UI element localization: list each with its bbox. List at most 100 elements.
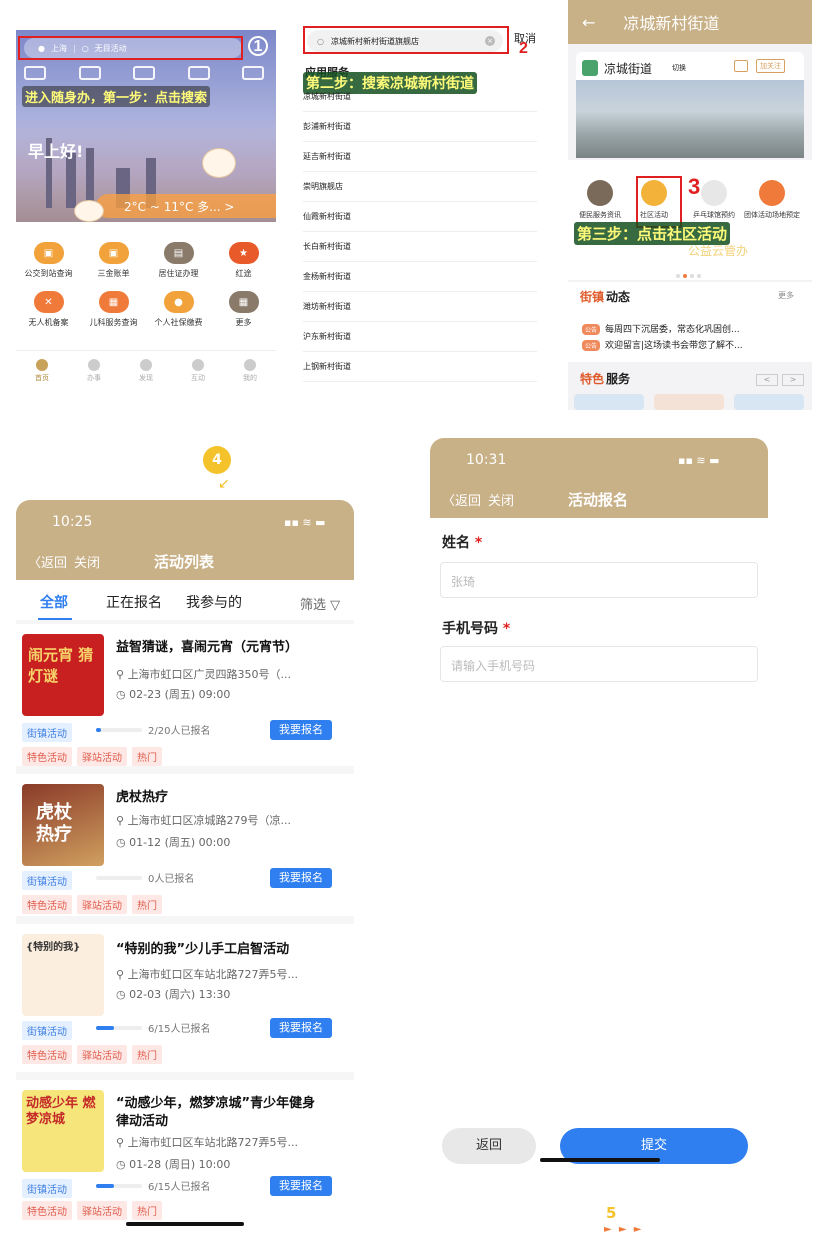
tag: 街镇活动 [22,1021,72,1040]
tag: 特色活动 [22,1045,72,1064]
step5-arrows-icon: ► ► ► [604,1224,644,1235]
feature-card[interactable] [734,394,804,410]
pen-icon [88,359,100,371]
service-social-security[interactable]: ● 个人社保缴费 [146,291,211,328]
close-button[interactable]: 关闭 [74,552,100,571]
feature-card[interactable] [574,394,644,410]
feature-title-accent: 特色 [580,372,605,386]
search-result[interactable]: 彭浦新村街道 [303,112,537,142]
card-icon[interactable] [133,66,155,80]
phone-field[interactable]: 请输入手机号码 [440,646,758,682]
share-icon[interactable] [734,60,748,72]
star-icon: ★ [228,242,259,264]
search-screen: ○ 凉城新村新村街道旗舰店 × 取消 2 应用服务 第二步：搜索凉城新村街道 凉… [295,22,550,396]
search-result[interactable]: 延吉新村街道 [303,142,537,172]
icon-label: 乒乓球馆预约 [693,211,735,219]
search-result[interactable]: 长白新村街道 [303,232,537,262]
tag: 特色活动 [22,747,72,766]
back-arrow-icon[interactable]: ← [582,13,595,32]
tab-signing-up[interactable]: 正在报名 [106,592,162,612]
weather-bar[interactable]: 2°C ~ 11°C 多... > [96,194,276,218]
notice-item[interactable]: 公告 每周四下沉居委，常态化巩固创... [582,322,740,335]
close-button[interactable]: 关闭 [488,490,514,509]
bus-icon[interactable] [187,66,210,80]
tab-discover[interactable]: 发现 [139,359,153,383]
tab-participated[interactable]: 我参与的 [186,592,242,612]
progress-bar [96,1026,142,1030]
service-label: 更多 [235,318,252,327]
prev-icon[interactable]: < [756,374,778,386]
search-result[interactable]: 凉城新村街道 [303,82,537,112]
search-result[interactable]: 沪东新村街道 [303,322,537,352]
qr-code-icon[interactable] [78,66,101,80]
news-title-accent: 街镇 [580,290,605,304]
signup-button[interactable]: 我要报名 [270,868,332,888]
switch-link[interactable]: 切换 [672,63,686,73]
activity-thumbnail: {特别的我} [22,934,104,1016]
search-result[interactable]: 上钢新村街道 [303,352,537,382]
hospital-icon: ▦ [98,291,129,313]
back-button[interactable]: 〈返回 [28,552,67,571]
label-text: 手机号码 [442,621,498,637]
filter-button[interactable]: 筛选 ▽ [300,594,340,613]
time-text: 02-03 (周六) 13:30 [129,988,231,1001]
activity-title-cont: 律动活动 [116,1114,169,1129]
more-link[interactable]: 更多 [778,290,794,301]
icon-label: 团体活动场地预定 [744,211,800,219]
signup-button[interactable]: 我要报名 [270,720,332,740]
service-more[interactable]: ▦ 更多 [211,291,276,328]
service-drone[interactable]: ✕ 无人机备案 [16,291,81,328]
search-result[interactable]: 崇明旗舰店 [303,172,537,202]
service-grid: ▣ 公交到站查询 ▣ 三金账单 ▤ 居住证办理 ★ 红途 ✕ 无人机备案 ▦ 儿科服务查询 … [16,242,276,328]
activity-item[interactable]: 动感少年 燃梦凉城 “动感少年，燃梦凉城”青少年健身 律动活动 ⚲ 上海市虹口区… [16,1080,354,1230]
news-title: 动态 [606,290,631,304]
back-button[interactable]: 〈返回 [442,490,481,509]
name-field[interactable]: 张琦 [440,562,758,598]
service-redroute[interactable]: ★ 红途 [211,242,276,279]
notice-item[interactable]: 公告 欢迎留言|这场读书会带您了解不... [582,338,743,351]
tab-interact[interactable]: 互动 [191,359,205,383]
service-residence[interactable]: ▤ 居住证办理 [146,242,211,279]
tab-all[interactable]: 全部 [40,592,68,612]
tab-label: 我的 [243,374,257,382]
activity-item[interactable]: {特别的我} “特别的我”少儿手工启智活动 ⚲ 上海市虹口区车站北路727弄5号… [16,924,354,1072]
service-bus[interactable]: ▣ 公交到站查询 [16,242,81,279]
tag-row: 特色活动 驿站活动 热门 [22,1044,167,1064]
search-result[interactable]: 仙霞新村街道 [303,202,537,232]
home-hero-banner: ● 上海 | ○ 无目活动 1 进入随身办，第一步：点击搜索 早上好! 2°C … [16,30,276,222]
search-result[interactable]: 潍坊新村街道 [303,292,537,322]
curved-arrow-icon: ↙ [218,476,230,492]
signup-button[interactable]: 我要报名 [270,1176,332,1196]
service-bill[interactable]: ▣ 三金账单 [81,242,146,279]
street-icon-grid: 便民服务资讯 社区活动 乒乓球馆预约 团体活动场地预定 3 第三步：点击社区活动… [568,160,812,280]
feature-card[interactable] [654,394,724,410]
filter-label: 筛选 [300,598,327,613]
scan-icon[interactable] [24,66,46,80]
activity-title: “特别的我”少儿手工启智活动 [116,942,290,957]
service-label: 无人机备案 [28,318,69,327]
activity-item[interactable]: 闹元宵 猜灯谜 益智猜谜，喜闹元宵（元宵节） ⚲ 上海市虹口区广灵四路350号（… [16,624,354,766]
activity-item[interactable]: 虎杖 热疗 虎杖热疗 ⚲ 上海市虹口区凉城路279号（凉... ◷ 01-12 … [16,774,354,916]
tag: 特色活动 [22,1201,72,1220]
greeting-text: 早上好! [28,142,84,161]
tag-row: 街镇活动 [22,1178,77,1198]
signup-button[interactable]: 我要报名 [270,1018,332,1038]
service-pediatric[interactable]: ▦ 儿科服务查询 [81,291,146,328]
activity-list-screen: 10:25 ▪▪ ≋ ▬ 〈返回 关闭 活动列表 全部 正在报名 我参与的 筛选… [16,500,354,1230]
notice-text: 欢迎留言|这场读书会带您了解不... [605,341,743,351]
user-icon [244,359,256,371]
search-result[interactable]: 金杨新村街道 [303,262,537,292]
back-form-button[interactable]: 返回 [442,1128,536,1164]
address-text: 上海市虹口区凉城路279号（凉... [127,814,292,827]
follow-button[interactable]: 加关注 [756,59,785,73]
tab-home[interactable]: 首页 [35,359,49,383]
carousel-dots [676,274,706,278]
activity-title: “动感少年，燃梦凉城”青少年健身 [116,1096,316,1111]
tag-row: 街镇活动 [22,870,77,890]
convenience-info[interactable]: 便民服务资讯 [572,180,628,220]
tab-mine[interactable]: 我的 [243,359,257,383]
next-icon[interactable]: > [782,374,804,386]
venue-booking[interactable]: 团体活动场地预定 [744,180,800,220]
mail-icon[interactable] [242,66,264,80]
tab-affairs[interactable]: 办事 [87,359,101,383]
